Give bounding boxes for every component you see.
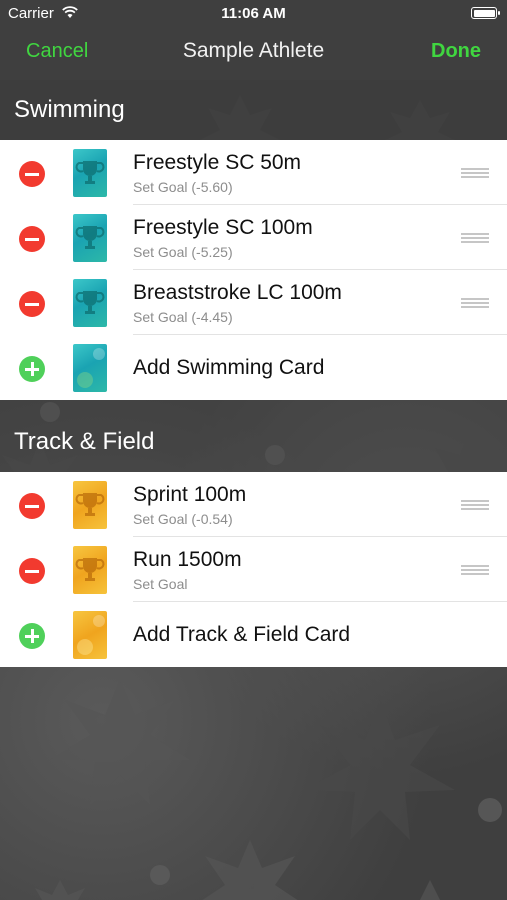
clock-label: 11:06 AM — [221, 5, 286, 22]
swimming-card-list: Freestyle SC 50m Set Goal (-5.60) Freest… — [0, 140, 507, 400]
add-card-icon[interactable] — [19, 623, 45, 649]
card-title: Breaststroke LC 100m — [133, 281, 342, 304]
trophy-card-icon — [73, 546, 107, 594]
trophy-card-icon — [73, 279, 107, 327]
blank-card-icon — [73, 344, 107, 392]
card-goal: Set Goal (-4.45) — [133, 309, 233, 325]
delete-card-icon[interactable] — [19, 291, 45, 317]
card-goal: Set Goal — [133, 576, 188, 592]
card-title: Run 1500m — [133, 548, 242, 571]
reorder-handle-icon[interactable] — [461, 500, 489, 510]
list-item[interactable]: Sprint 100m Set Goal (-0.54) — [0, 472, 507, 537]
section-header-swimming: Swimming — [0, 80, 507, 140]
card-goal: Set Goal (-5.25) — [133, 244, 233, 260]
list-item[interactable]: Freestyle SC 50m Set Goal (-5.60) — [0, 140, 507, 205]
section-header-track-field: Track & Field — [0, 400, 507, 472]
done-button[interactable]: Done — [431, 40, 481, 63]
reorder-handle-icon[interactable] — [461, 233, 489, 243]
card-goal: Set Goal (-5.60) — [133, 179, 233, 195]
delete-card-icon[interactable] — [19, 161, 45, 187]
trophy-card-icon — [73, 481, 107, 529]
card-title: Freestyle SC 100m — [133, 216, 313, 239]
list-item[interactable]: Run 1500m Set Goal — [0, 537, 507, 602]
add-track-field-card-button[interactable]: Add Track & Field Card — [133, 623, 350, 647]
list-item[interactable]: Breaststroke LC 100m Set Goal (-4.45) — [0, 270, 507, 335]
blank-card-icon — [73, 611, 107, 659]
navigation-bar: Cancel Sample Athlete Done — [0, 28, 507, 78]
card-title: Freestyle SC 50m — [133, 151, 302, 174]
add-track-field-card-row[interactable]: Add Track & Field Card — [0, 602, 507, 667]
add-card-icon[interactable] — [19, 356, 45, 382]
track-field-card-list: Sprint 100m Set Goal (-0.54) Run 1500m S… — [0, 472, 507, 667]
reorder-handle-icon[interactable] — [461, 298, 489, 308]
battery-icon — [471, 7, 500, 19]
trophy-card-icon — [73, 214, 107, 262]
trophy-card-icon — [73, 149, 107, 197]
delete-card-icon[interactable] — [19, 493, 45, 519]
reorder-handle-icon[interactable] — [461, 168, 489, 178]
status-bar: Carrier 11:06 AM — [0, 0, 507, 28]
add-swimming-card-row[interactable]: Add Swimming Card — [0, 335, 507, 400]
add-swimming-card-button[interactable]: Add Swimming Card — [133, 356, 324, 380]
card-title: Sprint 100m — [133, 483, 247, 506]
card-goal: Set Goal (-0.54) — [133, 511, 233, 527]
reorder-handle-icon[interactable] — [461, 565, 489, 575]
list-item[interactable]: Freestyle SC 100m Set Goal (-5.25) — [0, 205, 507, 270]
delete-card-icon[interactable] — [19, 558, 45, 584]
delete-card-icon[interactable] — [19, 226, 45, 252]
